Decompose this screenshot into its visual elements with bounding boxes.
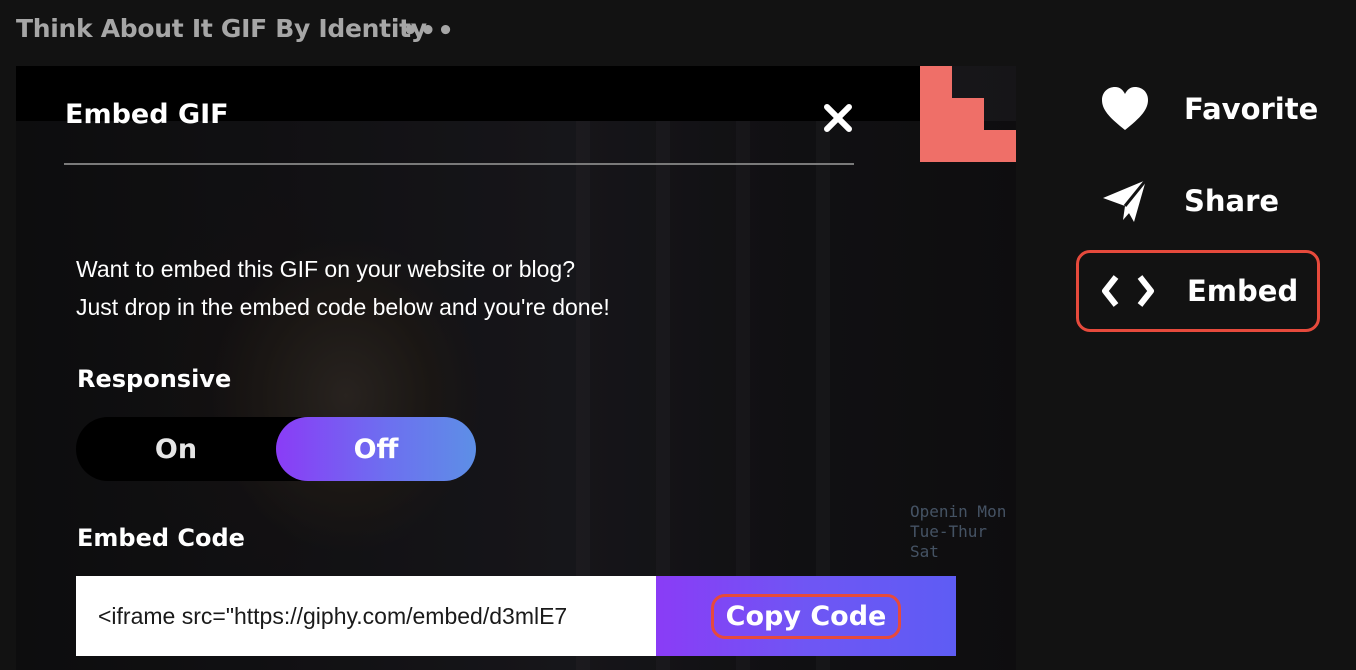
share-label: Share bbox=[1184, 184, 1280, 218]
giphy-corner-logo-icon bbox=[920, 66, 1016, 162]
embed-button[interactable]: Embed bbox=[1076, 250, 1320, 332]
responsive-toggle[interactable]: On Off bbox=[76, 417, 476, 481]
favorite-label: Favorite bbox=[1184, 92, 1319, 126]
page-title: Think About It GIF By Identity bbox=[16, 14, 427, 43]
embed-code-text[interactable]: <iframe src="https://giphy.com/embed/d3m… bbox=[98, 576, 567, 656]
code-brackets-icon bbox=[1079, 274, 1169, 308]
embed-label: Embed bbox=[1187, 274, 1299, 308]
close-icon[interactable] bbox=[820, 100, 856, 136]
modal-title: Embed GIF bbox=[65, 99, 229, 130]
toggle-off-option[interactable]: Off bbox=[276, 417, 476, 481]
more-options-icon[interactable]: ••• bbox=[402, 16, 455, 46]
copy-code-label: Copy Code bbox=[710, 593, 902, 639]
modal-description: Want to embed this GIF on your website o… bbox=[76, 250, 610, 326]
embed-code-label: Embed Code bbox=[77, 524, 245, 552]
share-button[interactable]: Share bbox=[1076, 160, 1320, 242]
page: Think About It GIF By Identity ••• Openi… bbox=[0, 0, 1356, 670]
paper-plane-icon bbox=[1076, 178, 1166, 224]
description-line-1: Want to embed this GIF on your website o… bbox=[76, 256, 576, 282]
toggle-on-option[interactable]: On bbox=[76, 417, 276, 481]
description-line-2: Just drop in the embed code below and yo… bbox=[76, 294, 610, 320]
heart-icon bbox=[1076, 86, 1166, 132]
embed-code-field[interactable]: <iframe src="https://giphy.com/embed/d3m… bbox=[76, 576, 656, 656]
modal-divider bbox=[64, 163, 854, 165]
copy-code-button[interactable]: Copy Code bbox=[656, 576, 956, 656]
responsive-label: Responsive bbox=[77, 365, 232, 393]
favorite-button[interactable]: Favorite bbox=[1076, 68, 1320, 150]
embed-code-fade bbox=[566, 576, 656, 656]
